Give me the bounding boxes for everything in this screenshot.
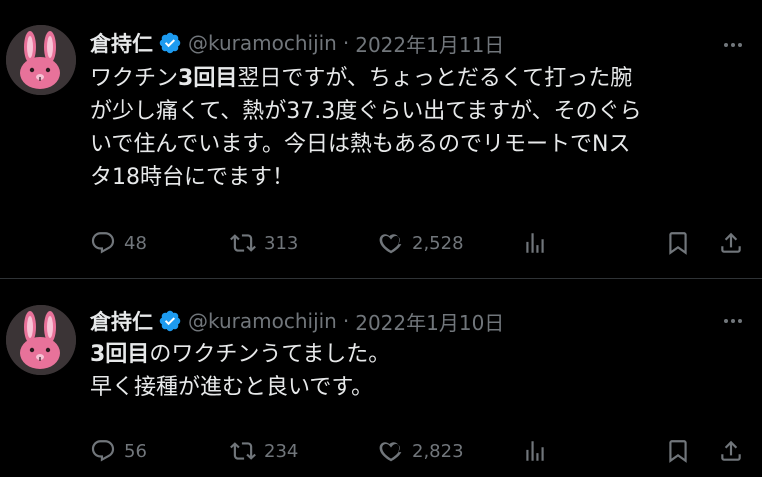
- tweet-header: 倉持仁 @kuramochijin · 2022年1月10日: [90, 306, 504, 336]
- more-icon[interactable]: [720, 32, 746, 58]
- like-count: 2,528: [412, 232, 464, 254]
- tweet-text-line: ワクチン3回目翌日ですが、ちょっとだるくて打った腕: [90, 66, 633, 91]
- like-count: 2,823: [412, 440, 464, 462]
- bookmark-icon: [669, 440, 687, 463]
- retweet-button[interactable]: 234: [230, 436, 298, 466]
- views-icon: [526, 441, 544, 461]
- avatar[interactable]: [6, 305, 76, 375]
- verified-badge-icon: [159, 310, 181, 332]
- bookmark-icon: [669, 232, 687, 255]
- separator-dot: ·: [342, 309, 350, 333]
- like-button[interactable]: 2,823: [378, 436, 464, 466]
- bookmark-button[interactable]: [665, 436, 691, 466]
- author-handle[interactable]: @kuramochijin: [188, 31, 337, 55]
- reply-count: 56: [124, 440, 147, 462]
- retweet-count: 313: [264, 232, 299, 254]
- like-button[interactable]: 2,528: [378, 228, 464, 258]
- tweet-text-line: 3回目のワクチンうてました。: [90, 342, 391, 367]
- tweet-text: ワクチン3回目翌日ですが、ちょっとだるくて打った腕 が少し痛くて、熱が37.3度…: [90, 62, 750, 194]
- views-icon: [526, 233, 544, 253]
- share-icon: [721, 440, 741, 461]
- retweet-icon: [230, 234, 256, 252]
- reply-icon: [91, 440, 115, 462]
- author-handle[interactable]: @kuramochijin: [188, 309, 337, 333]
- tweet-actions: 56 234 2,823: [90, 436, 752, 466]
- verified-badge-icon: [159, 32, 181, 54]
- retweet-count: 234: [264, 440, 299, 462]
- views-button[interactable]: [522, 436, 548, 466]
- author-name[interactable]: 倉持仁: [90, 306, 153, 336]
- retweet-icon: [230, 442, 256, 460]
- tweet-text-line: いで住んでいます。今日は熱もあるのでリモートでNス: [90, 132, 631, 157]
- share-button[interactable]: [718, 436, 744, 466]
- retweet-button[interactable]: 313: [230, 228, 298, 258]
- like-icon: [379, 442, 402, 462]
- avatar[interactable]: [6, 25, 76, 95]
- tweet-date[interactable]: 2022年1月10日: [355, 307, 504, 336]
- tweet-actions: 48 313 2,528: [90, 228, 752, 258]
- bookmark-button[interactable]: [665, 228, 691, 258]
- author-name[interactable]: 倉持仁: [90, 28, 153, 58]
- reply-icon: [91, 232, 115, 254]
- views-button[interactable]: [522, 228, 548, 258]
- share-icon: [721, 232, 741, 253]
- timeline: 倉持仁 @kuramochijin · 2022年1月11日 ワクチン3回目翌日…: [0, 0, 762, 477]
- tweet-text-line: タ18時台にでます！: [90, 165, 294, 190]
- reply-count: 48: [124, 232, 147, 254]
- more-icon[interactable]: [720, 308, 746, 334]
- like-icon: [379, 234, 402, 254]
- share-button[interactable]: [718, 228, 744, 258]
- tweet[interactable]: 倉持仁 @kuramochijin · 2022年1月10日 3回目のワクチンう…: [0, 280, 762, 477]
- tweet-text: 3回目のワクチンうてました。 早く接種が進むと良いです。: [90, 338, 750, 404]
- tweet-header: 倉持仁 @kuramochijin · 2022年1月11日: [90, 28, 504, 58]
- tweet[interactable]: 倉持仁 @kuramochijin · 2022年1月11日 ワクチン3回目翌日…: [0, 0, 762, 279]
- tweet-text-line: 早く接種が進むと良いです。: [90, 375, 374, 400]
- tweet-text-line: が少し痛くて、熱が37.3度ぐらい出てますが、そのぐら: [90, 99, 642, 124]
- reply-button[interactable]: 56: [90, 436, 147, 466]
- separator-dot: ·: [342, 31, 350, 55]
- tweet-date[interactable]: 2022年1月11日: [355, 29, 504, 58]
- reply-button[interactable]: 48: [90, 228, 147, 258]
